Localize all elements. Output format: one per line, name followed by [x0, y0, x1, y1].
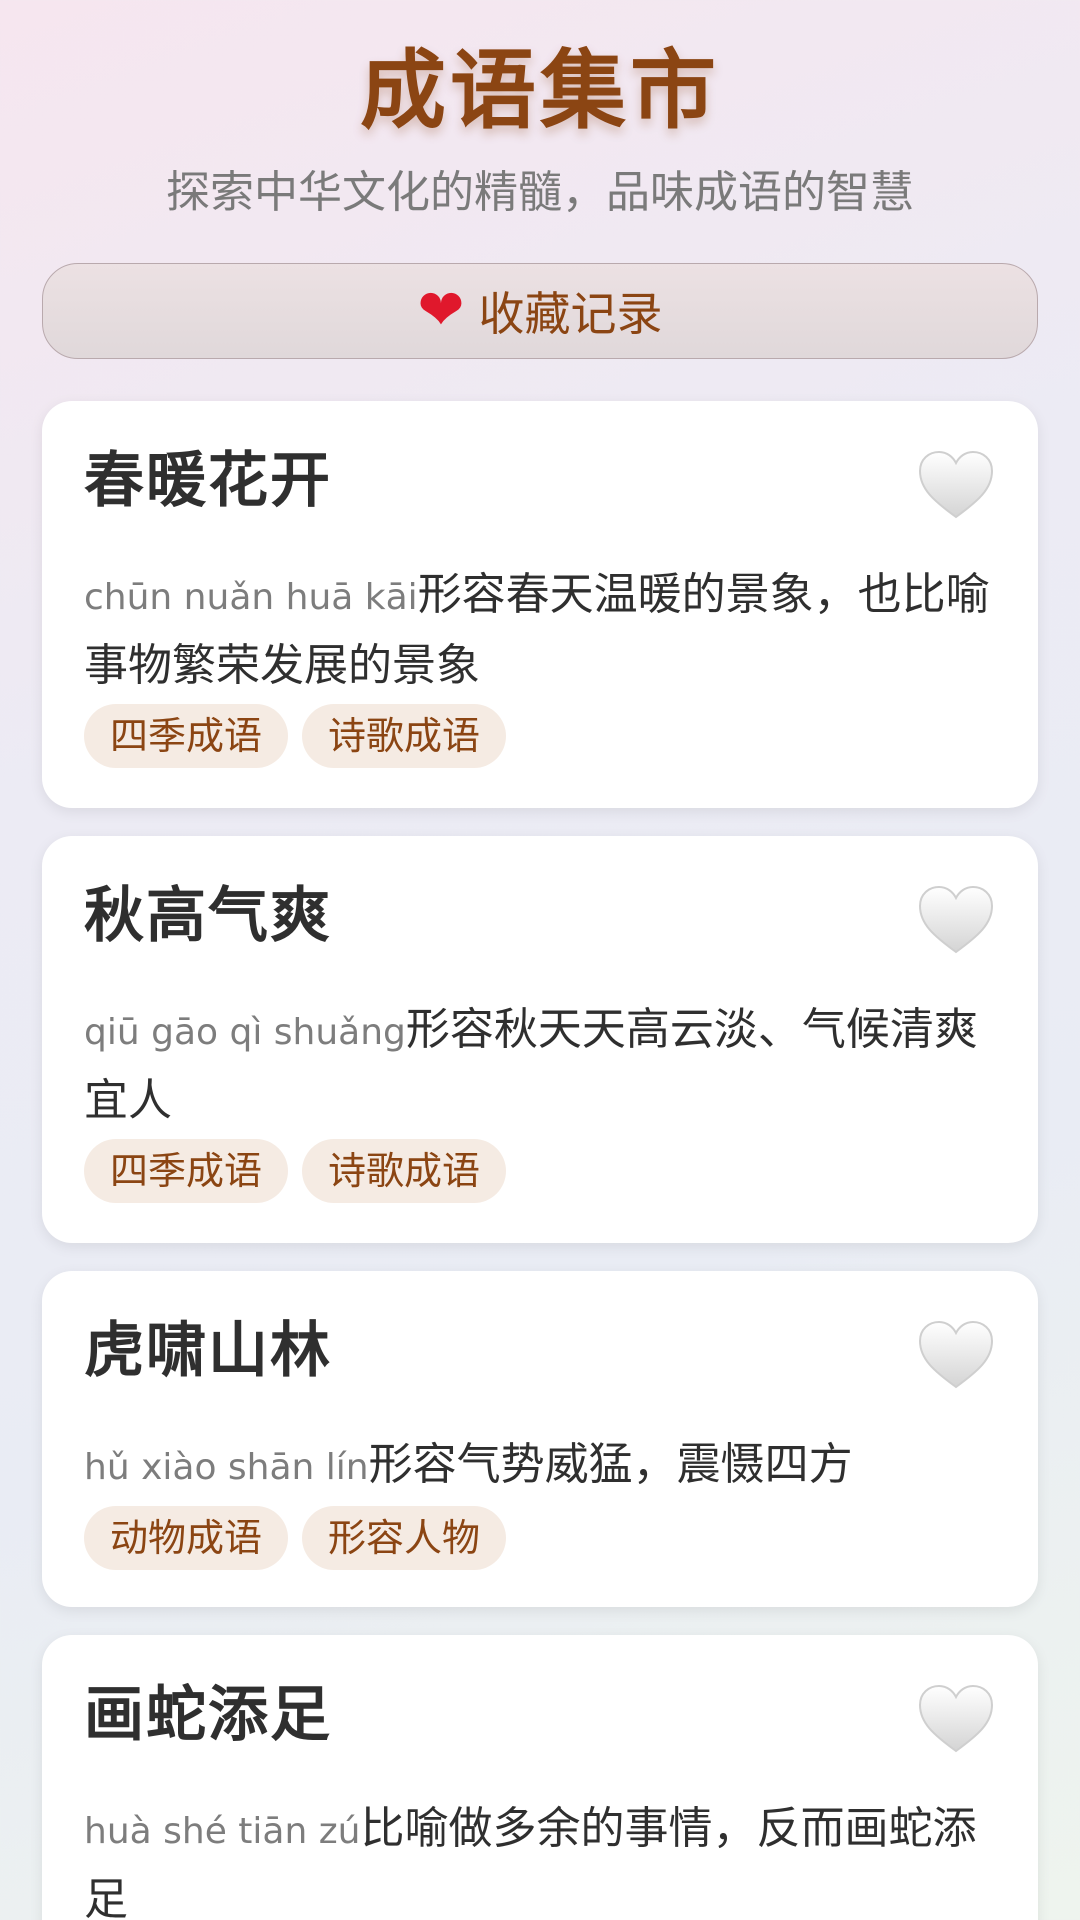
idiom-card[interactable]: 虎啸山林 hǔ xiào shān lín形容气势威猛，震慑四方 动物成语 形容… — [42, 1271, 1038, 1607]
white-heart-icon[interactable] — [916, 1319, 996, 1391]
idiom-tag[interactable]: 四季成语 — [84, 704, 289, 768]
idiom-tags: 四季成语 诗歌成语 — [84, 704, 996, 768]
idiom-title: 画蛇添足 — [84, 1680, 332, 1750]
idiom-tag[interactable]: 四季成语 — [84, 1139, 289, 1203]
idiom-pinyin: chūn nuǎn huā kāi — [84, 577, 418, 618]
idiom-meaning: 形容气势威猛，震慑四方 — [368, 1439, 853, 1490]
idiom-card[interactable]: 秋高气爽 qiū gāo qì shuǎng形容秋天天高云淡、气候清爽宜人 四季… — [42, 836, 1038, 1243]
idiom-description: qiū gāo qì shuǎng形容秋天天高云淡、气候清爽宜人 — [84, 996, 996, 1135]
white-heart-icon[interactable] — [916, 449, 996, 521]
idiom-pinyin: huà shé tiān zú — [84, 1811, 361, 1852]
idiom-tag[interactable]: 动物成语 — [84, 1506, 289, 1570]
idiom-tag[interactable]: 形容人物 — [302, 1506, 507, 1570]
page-title: 成语集市 — [360, 41, 720, 141]
red-heart-icon: ❤ — [417, 278, 465, 343]
idiom-pinyin: qiū gāo qì shuǎng — [84, 1012, 406, 1053]
favorites-button-label: 收藏记录 — [478, 287, 663, 341]
idiom-tag[interactable]: 诗歌成语 — [302, 704, 507, 768]
idiom-tags: 动物成语 形容人物 — [84, 1506, 996, 1570]
idiom-card[interactable]: 画蛇添足 huà shé tiān zú比喻做多余的事情，反而画蛇添足 — [42, 1635, 1038, 1920]
idiom-card[interactable]: 春暖花开 chūn nuǎn huā kāi形容春天温暖的景象，也比喻事物繁荣发… — [42, 401, 1038, 808]
idiom-tags: 四季成语 诗歌成语 — [84, 1139, 996, 1203]
idiom-tag[interactable]: 诗歌成语 — [302, 1139, 507, 1203]
page-subtitle: 探索中华文化的精髓，品味成语的智慧 — [166, 166, 914, 218]
idiom-title: 虎啸山林 — [84, 1316, 332, 1386]
page-header: 成语集市 探索中华文化的精髓，品味成语的智慧 — [0, 0, 1080, 219]
idiom-description: chūn nuǎn huā kāi形容春天温暖的景象，也比喻事物繁荣发展的景象 — [84, 561, 996, 700]
white-heart-icon[interactable] — [916, 884, 996, 956]
white-heart-icon[interactable] — [916, 1683, 996, 1755]
idiom-description: huà shé tiān zú比喻做多余的事情，反而画蛇添足 — [84, 1795, 996, 1920]
idiom-description: hǔ xiào shān lín形容气势威猛，震慑四方 — [84, 1431, 996, 1502]
favorites-button[interactable]: ❤ 收藏记录 — [42, 263, 1038, 359]
idiom-title: 秋高气爽 — [84, 881, 332, 951]
idiom-pinyin: hǔ xiào shān lín — [84, 1447, 369, 1488]
idiom-title: 春暖花开 — [84, 446, 332, 516]
